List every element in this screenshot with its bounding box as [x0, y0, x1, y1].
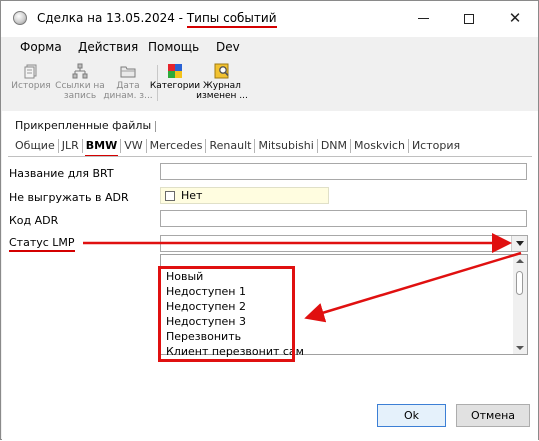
toolbar-dynamic-date-button[interactable]: Дата динам. з... [102, 63, 154, 101]
maximize-button[interactable] [446, 1, 492, 35]
title-bar[interactable]: Сделка на 13.05.2024 - Типы событий ✕ [1, 1, 538, 37]
tab-strip: Общие JLR BMW VW Mercedes Renault Mitsubishi DN… [12, 139, 463, 157]
categories-icon [168, 64, 182, 78]
dropdown-scrollbar[interactable] [513, 255, 527, 354]
toolbar-history-label: История [11, 81, 51, 91]
tab-attached-files[interactable]: Прикрепленные файлы [15, 119, 157, 132]
history-icon [24, 64, 37, 79]
dropdown-option-unavailable-2[interactable]: Недоступен 2 [166, 300, 246, 313]
cancel-button[interactable]: Отмена [456, 404, 530, 427]
dropdown-option-unavailable-3[interactable]: Недоступен 3 [166, 315, 246, 328]
close-button[interactable]: ✕ [492, 1, 538, 35]
dialog-window: Сделка на 13.05.2024 - Типы событий ✕ Фо… [0, 0, 539, 440]
menu-item-actions[interactable]: Действия [78, 40, 138, 54]
chevron-down-icon[interactable] [511, 236, 527, 251]
links-icon [72, 63, 88, 79]
app-icon [13, 11, 27, 25]
adr-code-label: Код ADR [9, 214, 59, 227]
form-content: Прикрепленные файлы Общие JLR BMW VW Mercede… [2, 111, 538, 440]
toolbar: История Ссылки на запись Дата динам. з..… [1, 59, 538, 107]
close-icon: ✕ [508, 9, 522, 27]
dropdown-option-client-calls-back[interactable]: Клиент перезвонит сам [166, 345, 304, 358]
tab-dnm[interactable]: DNM [318, 139, 352, 153]
brt-name-input[interactable] [160, 163, 527, 180]
tab-general[interactable]: Общие [12, 139, 59, 153]
tab-divider [8, 156, 532, 157]
dropdown-option-new[interactable]: Новый [166, 270, 203, 283]
tab-history[interactable]: История [409, 139, 463, 153]
toolbar-categories-label: Категории [149, 81, 201, 91]
dropdown-option-call-back[interactable]: Перезвонить [166, 330, 241, 343]
toolbar-categories-button[interactable]: Категории [149, 63, 201, 91]
scroll-up-icon[interactable] [516, 259, 524, 263]
toolbar-journal-label: Журнал изменен ... [196, 81, 248, 101]
tab-jlr[interactable]: JLR [59, 139, 83, 153]
toolbar-history-button[interactable]: История [5, 63, 57, 91]
tab-moskvich[interactable]: Moskvich [351, 139, 409, 153]
minimize-button[interactable] [400, 1, 446, 35]
dropdown-option-unavailable-1[interactable]: Недоступен 1 [166, 285, 246, 298]
maximize-icon [464, 13, 474, 24]
window-title: Сделка на 13.05.2024 - Типы событий [37, 11, 277, 28]
adr-export-checkbox-label[interactable]: Нет [181, 189, 202, 202]
tab-mercedes[interactable]: Mercedes [147, 139, 207, 153]
window-title-prefix: Сделка на 13.05.2024 - [37, 11, 187, 25]
lmp-status-combo[interactable] [160, 235, 528, 252]
menu-item-form[interactable]: Форма [20, 40, 62, 54]
window-title-highlight: Типы событий [186, 11, 277, 28]
menu-item-help[interactable]: Помощь [148, 40, 199, 54]
adr-export-field: Нет [160, 187, 329, 204]
tab-mitsubishi[interactable]: Mitsubishi [255, 139, 318, 153]
lmp-status-dropdown: Новый Недоступен 1 Недоступен 2 Недоступ… [160, 254, 528, 358]
brt-name-label: Название для BRT [9, 167, 114, 180]
toolbar-dynamic-date-label: Дата динам. з... [103, 81, 153, 101]
menu-item-dev[interactable]: Dev [216, 40, 240, 54]
scroll-thumb[interactable] [516, 271, 523, 295]
toolbar-journal-button[interactable]: Журнал изменен ... [196, 63, 248, 101]
tab-bmw[interactable]: BMW [83, 139, 122, 157]
tab-vw[interactable]: VW [121, 139, 147, 153]
ok-button[interactable]: Ok [377, 404, 446, 427]
minimize-icon [417, 18, 429, 19]
toolbar-links-label: Ссылки на запись [55, 81, 105, 101]
lmp-status-label-text: Статус LMP [9, 236, 75, 252]
adr-code-input[interactable] [160, 210, 527, 227]
scroll-down-icon[interactable] [516, 346, 524, 350]
lmp-status-label: Статус LMP [9, 236, 75, 252]
adr-export-label: Не выгружать в ADR [9, 191, 129, 204]
adr-export-checkbox[interactable] [165, 191, 175, 201]
journal-search-icon [214, 63, 229, 79]
folder-date-icon [120, 66, 136, 78]
menu-bar: Форма Действия Помощь Dev [1, 37, 538, 59]
tab-renault[interactable]: Renault [206, 139, 256, 153]
toolbar-links-button[interactable]: Ссылки на запись [54, 63, 106, 101]
